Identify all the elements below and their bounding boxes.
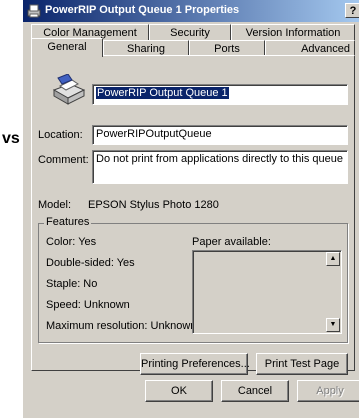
comment-label: Comment: xyxy=(38,154,89,166)
properties-dialog: PowerRIP Output Queue 1 Properties ? Col… xyxy=(22,0,359,418)
feature-max-resolution: Maximum resolution: Unknown xyxy=(46,320,197,332)
paper-available-list[interactable]: ▲ ▼ xyxy=(192,250,342,334)
location-value: PowerRIPOutputQueue xyxy=(96,128,212,140)
printer-icon xyxy=(26,3,42,19)
tab-general[interactable]: General xyxy=(31,38,103,57)
feature-speed: Speed: Unknown xyxy=(46,299,130,311)
feature-double-sided: Double-sided: Yes xyxy=(46,257,135,269)
tab-security[interactable]: Security xyxy=(149,24,231,41)
comment-value: Do not print from applications directly … xyxy=(96,153,344,165)
model-label: Model: xyxy=(38,199,72,211)
feature-staple: Staple: No xyxy=(46,278,98,290)
general-tab-panel: PowerRIP Output Queue 1 Location: PowerR… xyxy=(31,55,355,375)
print-test-page-button[interactable]: Print Test Page xyxy=(256,353,348,375)
printing-preferences-button[interactable]: Printing Preferences... xyxy=(140,353,250,375)
background-text-fragment: vs xyxy=(2,130,20,147)
location-field[interactable]: PowerRIPOutputQueue xyxy=(92,125,348,145)
title-bar[interactable]: PowerRIP Output Queue 1 Properties ? xyxy=(23,0,359,22)
model-value: EPSON Stylus Photo 1280 xyxy=(88,199,219,211)
paper-available-label: Paper available: xyxy=(192,236,271,248)
features-title: Features xyxy=(44,216,92,228)
ok-button[interactable]: OK xyxy=(145,380,213,402)
help-button[interactable]: ? xyxy=(345,3,359,18)
feature-color: Color: Yes xyxy=(46,236,97,248)
scroll-up-button[interactable]: ▲ xyxy=(326,252,340,266)
cancel-button[interactable]: Cancel xyxy=(221,380,289,402)
apply-button[interactable]: Apply xyxy=(297,380,359,402)
location-label: Location: xyxy=(38,129,83,141)
comment-field[interactable]: Do not print from applications directly … xyxy=(92,150,348,184)
printer-name-field[interactable]: PowerRIP Output Queue 1 xyxy=(92,84,348,105)
printer-name-value: PowerRIP Output Queue 1 xyxy=(96,87,229,99)
tab-version-information[interactable]: Version Information xyxy=(231,24,355,41)
printer-large-icon xyxy=(50,73,86,109)
scroll-down-button[interactable]: ▼ xyxy=(326,318,340,332)
window-title: PowerRIP Output Queue 1 Properties xyxy=(45,4,240,16)
